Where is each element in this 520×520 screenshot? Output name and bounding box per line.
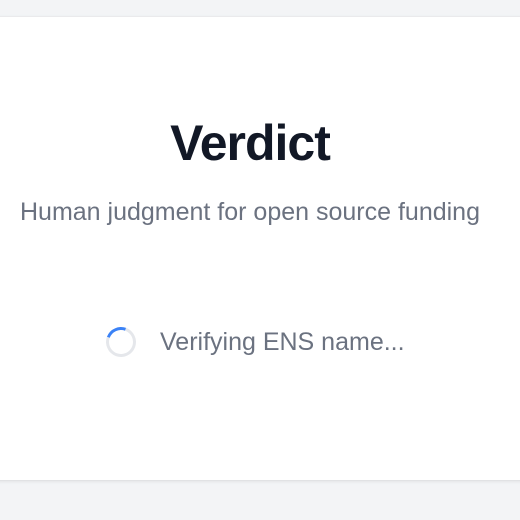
auth-card: Verdict Human judgment for open source f…	[0, 17, 520, 480]
loading-spinner-icon	[101, 322, 141, 362]
loading-status: Verifying ENS name...	[101, 322, 405, 362]
page-title: Verdict	[170, 115, 331, 171]
status-message: Verifying ENS name...	[160, 328, 405, 356]
page-subtitle: Human judgment for open source funding	[19, 198, 480, 226]
